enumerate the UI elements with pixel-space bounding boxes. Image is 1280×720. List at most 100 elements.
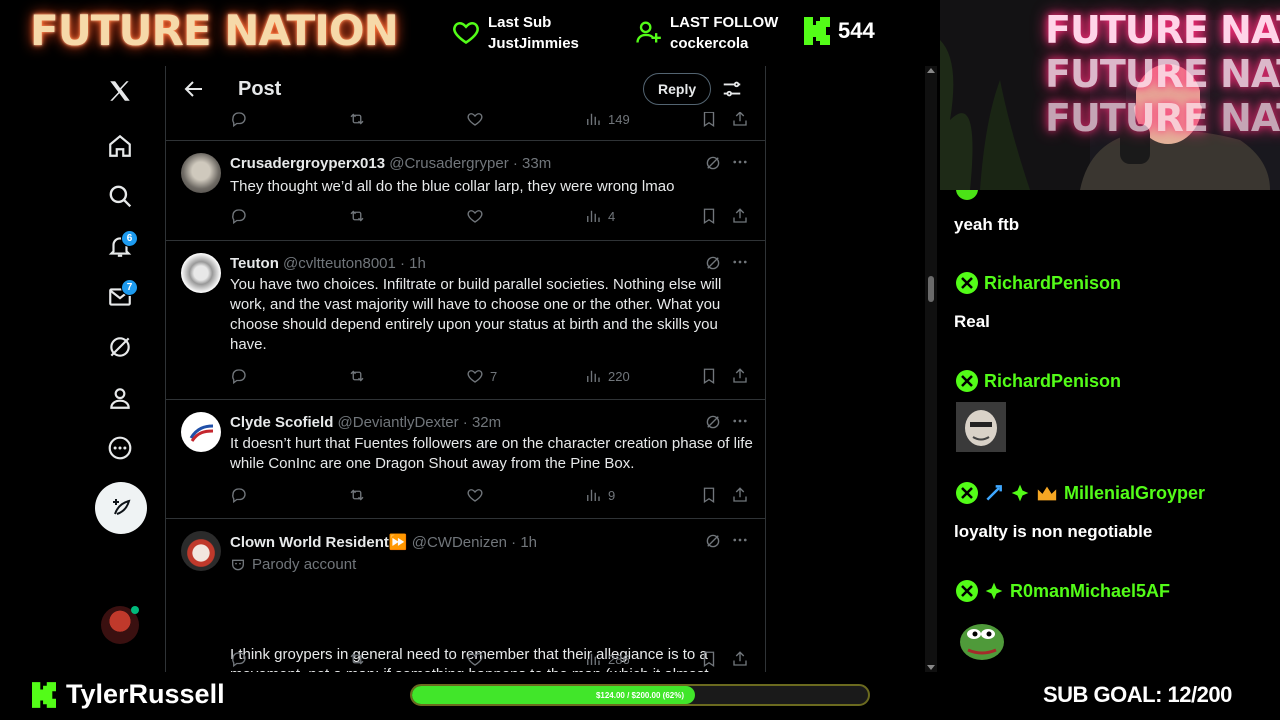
author-handle[interactable]: @Crusadergryper · 33m [389, 155, 551, 172]
chat-message: loyalty is non negotiable [954, 522, 1153, 541]
bookmark-action[interactable] [700, 367, 718, 385]
tweet-actions: 4 [230, 207, 750, 227]
search-icon[interactable] [105, 181, 135, 211]
bar-chart-icon [587, 113, 600, 125]
x-logo-icon[interactable] [105, 76, 135, 106]
grok-icon[interactable] [704, 154, 722, 172]
grok-icon[interactable] [105, 332, 135, 362]
reply-action[interactable] [230, 486, 248, 504]
scroll-thumb[interactable] [928, 276, 934, 302]
tweet[interactable]: Teuton @cvltteuton8001 · 1h You have two… [166, 241, 765, 400]
repost-action[interactable] [348, 207, 366, 225]
stream-bottom-bar: TylerRussell $124.00 / $200.00 (62%) SUB… [0, 672, 1280, 720]
grok-icon[interactable] [704, 413, 722, 431]
home-icon[interactable] [105, 131, 135, 161]
chat-username[interactable]: RichardPenison [956, 370, 1121, 392]
gem-icon [985, 582, 1003, 600]
chat-username-text[interactable]: MillenialGroyper [1064, 483, 1205, 504]
views-action[interactable]: 9 [584, 486, 615, 504]
parody-text: Parody account [252, 556, 357, 573]
chat-username[interactable]: MillenialGroyper [956, 482, 1205, 504]
more-icon[interactable] [731, 153, 749, 171]
grok-icon[interactable] [704, 532, 722, 550]
sliders-icon[interactable] [721, 78, 743, 100]
more-icon[interactable] [731, 531, 749, 549]
reply-button[interactable]: Reply [643, 73, 712, 105]
more-icon[interactable] [731, 253, 749, 271]
bookmark-action[interactable] [700, 650, 718, 668]
tweet-text: You have two choices. Infiltrate or buil… [230, 276, 722, 353]
reply-action[interactable] [230, 367, 248, 385]
like-action[interactable]: 7 [466, 367, 497, 385]
chat-username[interactable]: RichardPenison [956, 272, 1121, 294]
repost-icon [350, 653, 364, 665]
share-action[interactable] [731, 367, 749, 385]
chat-username-text[interactable]: R0manMichael5AF [1010, 581, 1170, 602]
reply-action[interactable] [230, 110, 248, 128]
like-action[interactable] [466, 650, 490, 668]
share-action[interactable] [731, 207, 749, 225]
post-thread-column[interactable]: Post Reply 149 Crusadergroyperx013 @Crus… [165, 66, 766, 672]
avatar[interactable] [181, 253, 221, 293]
bookmark-action[interactable] [700, 486, 718, 504]
author-handle[interactable]: @DeviantlyDexter · 32m [338, 414, 502, 431]
author-name[interactable]: Clyde Scofield [230, 414, 333, 431]
share-action[interactable] [731, 486, 749, 504]
bar-chart-icon [587, 210, 600, 222]
author-name[interactable]: Clown World Resident⏩ [230, 534, 408, 551]
views-action[interactable]: 286 [584, 650, 630, 668]
views-action[interactable]: 4 [584, 207, 615, 225]
scroll-down-arrow-icon[interactable] [927, 665, 935, 670]
more-icon[interactable] [731, 412, 749, 430]
notifications-badge: 6 [121, 230, 138, 247]
heart-icon [467, 653, 483, 666]
repost-action[interactable] [348, 486, 366, 504]
avatar[interactable] [181, 412, 221, 452]
profile-icon[interactable] [105, 383, 135, 413]
last-sub-value: JustJimmies [488, 35, 579, 52]
kick-badge-icon [956, 190, 978, 200]
bookmark-action[interactable] [700, 110, 718, 128]
like-action[interactable] [466, 110, 484, 128]
chat-username-partial [956, 190, 978, 200]
share-icon [733, 368, 747, 383]
compose-post-button[interactable] [95, 482, 147, 534]
views-action[interactable]: 149 [584, 110, 630, 128]
views-action[interactable]: 220 [584, 367, 630, 385]
chat-username-text[interactable]: RichardPenison [984, 371, 1121, 392]
repost-action[interactable] [348, 367, 366, 385]
repost-action[interactable] [348, 650, 366, 668]
tweet-text: It doesn’t hurt that Fuentes followers a… [230, 435, 753, 472]
author-handle[interactable]: @CWDenizen · 1h [412, 534, 537, 551]
scroll-up-arrow-icon[interactable] [927, 68, 935, 73]
scrollbar[interactable] [925, 66, 937, 672]
bookmark-action[interactable] [700, 207, 718, 225]
reply-action[interactable] [230, 650, 248, 668]
avatar[interactable] [181, 531, 221, 571]
author-handle[interactable]: @cvltteuton8001 · 1h [283, 255, 426, 272]
chat-username[interactable]: R0manMichael5AF [956, 580, 1170, 602]
like-action[interactable] [466, 207, 490, 225]
back-arrow-icon[interactable] [182, 77, 206, 101]
views-count: 149 [608, 111, 630, 127]
tweet-actions: 7 220 [230, 367, 750, 387]
chat-username-text[interactable]: RichardPenison [984, 273, 1121, 294]
author-name[interactable]: Crusadergroyperx013 [230, 155, 385, 172]
repost-icon [350, 210, 364, 222]
grok-icon[interactable] [704, 254, 722, 272]
kick-logo-icon [32, 681, 56, 708]
author-name[interactable]: Teuton [230, 255, 279, 272]
share-action[interactable] [731, 650, 749, 668]
reply-action[interactable] [230, 207, 248, 225]
share-action[interactable] [731, 110, 749, 128]
bookmark-icon [703, 651, 715, 668]
bookmark-icon [703, 368, 715, 385]
avatar[interactable] [181, 153, 221, 193]
more-options-icon[interactable] [105, 433, 135, 463]
tweet[interactable]: Crusadergroyperx013 @Crusadergryper · 33… [166, 141, 765, 241]
like-action[interactable] [466, 486, 490, 504]
account-avatar[interactable] [101, 606, 139, 644]
tweet[interactable]: Clyde Scofield @DeviantlyDexter · 32m It… [166, 400, 765, 519]
repost-action[interactable] [348, 110, 366, 128]
chat-message: Real [954, 312, 990, 331]
